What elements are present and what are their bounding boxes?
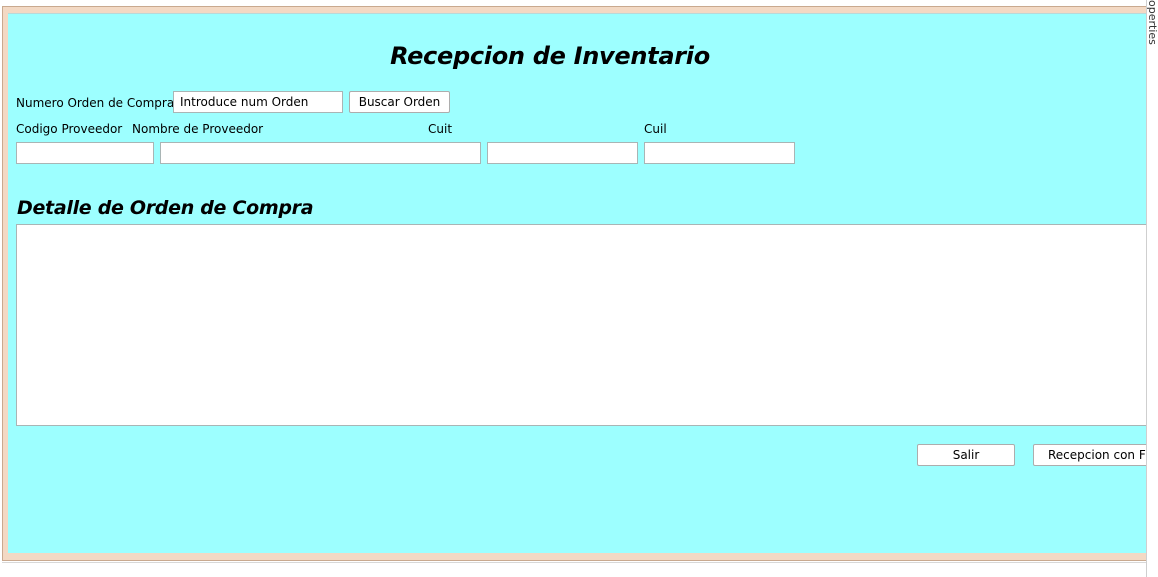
order-detail-table[interactable] (16, 224, 1151, 426)
order-detail-title: Detalle de Orden de Compra (17, 197, 314, 219)
supplier-code-label: Codigo Proveedor (16, 122, 123, 136)
order-number-label: Numero Orden de Compra: (16, 96, 179, 110)
search-order-button[interactable]: Buscar Orden (349, 91, 450, 113)
sign-reception-button[interactable]: Recepcion con Firm (1033, 444, 1153, 466)
cuit-field[interactable] (487, 142, 638, 164)
order-number-input[interactable]: Introduce num Orden (173, 91, 343, 113)
properties-side-panel[interactable]: operties (1146, 0, 1158, 577)
frame-divider (2, 562, 1152, 563)
cuil-label: Cuil (644, 122, 667, 136)
supplier-name-field[interactable] (160, 142, 481, 164)
exit-button[interactable]: Salir (917, 444, 1015, 466)
cuit-label: Cuit (428, 122, 453, 136)
designer-canvas: Recepcion de Inventario Numero Orden de … (0, 0, 1158, 577)
form-title: Recepcion de Inventario (390, 42, 710, 70)
supplier-name-label: Nombre de Proveedor (132, 122, 264, 136)
properties-tab-label: operties (1146, 0, 1158, 45)
supplier-code-field[interactable] (16, 142, 154, 164)
cuil-field[interactable] (644, 142, 795, 164)
